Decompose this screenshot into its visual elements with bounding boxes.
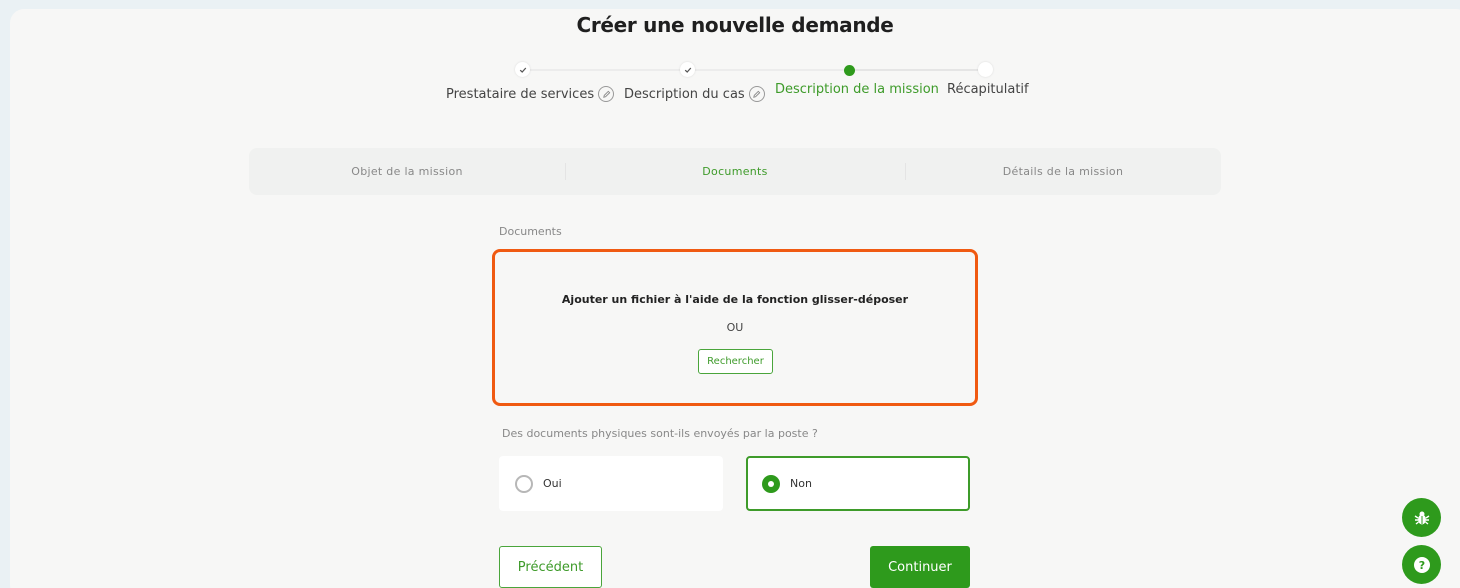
bug-report-button[interactable]	[1402, 498, 1441, 537]
radio-unchecked-icon[interactable]	[515, 474, 533, 493]
step-recapitulatif: Récapitulatif	[947, 82, 1029, 97]
page-title: Créer une nouvelle demande	[576, 13, 894, 37]
step-1-check-icon	[515, 62, 530, 77]
radio-label: Oui	[543, 477, 562, 490]
tab-documents[interactable]: Documents	[565, 148, 905, 195]
step-label: Récapitulatif	[947, 82, 1029, 97]
tab-details-mission[interactable]: Détails de la mission	[905, 148, 1221, 195]
radio-option-oui[interactable]: Oui	[499, 456, 723, 511]
stepper-connector	[522, 69, 688, 71]
step-label: Prestataire de services	[446, 86, 595, 102]
edit-pencil-icon[interactable]	[748, 86, 765, 102]
edit-pencil-icon[interactable]	[598, 86, 615, 102]
radio-option-non[interactable]: Non	[746, 456, 970, 511]
step-4-pending-dot	[978, 62, 993, 77]
documents-label: Documents	[499, 225, 562, 238]
step-prestataire[interactable]: Prestataire de services	[446, 86, 615, 102]
stepper-connector	[688, 69, 848, 71]
help-button[interactable]: ?	[1402, 545, 1441, 584]
radio-checked-icon[interactable]	[762, 474, 780, 493]
step-3-active-dot	[844, 65, 855, 76]
mission-subtabs: Objet de la mission Documents Détails de…	[249, 148, 1221, 195]
physical-docs-question: Des documents physiques sont-ils envoyés…	[502, 427, 818, 440]
dropzone-instructions: Ajouter un fichier à l'aide de la foncti…	[561, 293, 909, 306]
stepper-connector	[849, 69, 985, 71]
step-label: Description du cas	[624, 86, 745, 102]
svg-text:?: ?	[1418, 559, 1424, 572]
browse-button[interactable]: Rechercher	[698, 349, 773, 374]
dropzone-or: OU	[726, 321, 744, 334]
step-2-check-icon	[680, 62, 695, 77]
tab-objet-mission[interactable]: Objet de la mission	[249, 148, 565, 195]
step-label: Description de la mission	[775, 82, 939, 97]
help-icon: ?	[1413, 556, 1430, 573]
continue-button[interactable]: Continuer	[870, 546, 970, 588]
bug-icon	[1414, 511, 1429, 525]
step-description-cas[interactable]: Description du cas	[624, 86, 765, 102]
radio-label: Non	[790, 477, 812, 490]
file-dropzone[interactable]: Ajouter un fichier à l'aide de la foncti…	[492, 249, 978, 406]
previous-button[interactable]: Précédent	[499, 546, 602, 588]
step-description-mission: Description de la mission	[775, 82, 939, 97]
